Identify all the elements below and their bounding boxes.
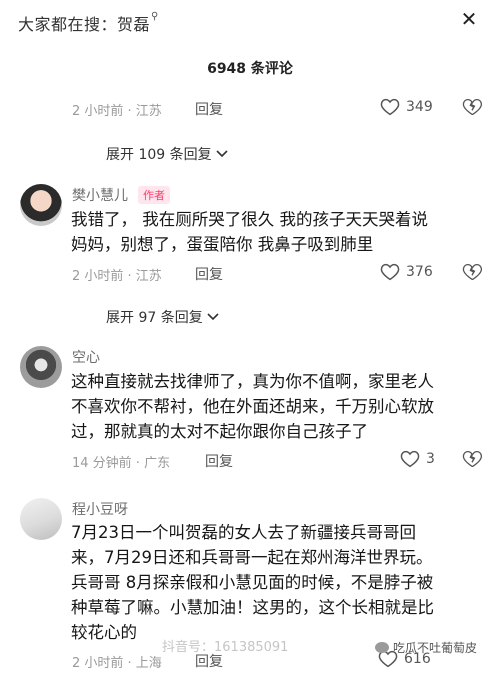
reply-button[interactable]: 回复 — [195, 651, 223, 671]
dislike-button[interactable] — [462, 98, 482, 120]
search-bar[interactable]: 大家都在搜：贺磊⚲ ✕ — [0, 0, 500, 42]
search-icon: ⚲ — [151, 11, 159, 22]
username[interactable]: 樊小慧儿 — [72, 185, 128, 205]
like-button[interactable]: 349 — [380, 98, 433, 116]
chevron-down-icon — [207, 313, 219, 321]
comment-line: 7月23日一个叫贺磊的女人去了新疆接兵哥哥回 — [71, 523, 416, 542]
avatar[interactable] — [20, 498, 62, 540]
avatar[interactable] — [20, 184, 62, 226]
comment-meta: 2 小时前 · 江苏 — [72, 104, 162, 119]
search-query[interactable]: 贺磊 — [117, 15, 150, 34]
wechat-icon — [375, 642, 389, 653]
comment-line: 兵哥哥 8月探亲假和小慧见面的时候，不是脖子被 — [71, 573, 434, 592]
username[interactable]: 空心 — [72, 347, 100, 367]
comment-text: 7月23日一个叫贺磊的女人去了新疆接兵哥哥回 来，7月29日还和兵哥哥一起在郑州… — [71, 520, 434, 645]
chevron-down-icon — [216, 150, 228, 158]
heart-icon — [380, 263, 400, 281]
like-button[interactable]: 3 — [400, 450, 435, 468]
comment-line: 我错了， 我在厕所哭了很久 我的孩子天天哭着说 — [71, 210, 428, 229]
author-badge: 作者 — [138, 186, 170, 204]
search-prefix: 大家都在搜： — [18, 15, 118, 34]
reply-button[interactable]: 回复 — [195, 264, 223, 284]
avatar[interactable] — [20, 346, 62, 388]
comment-line: 妈妈，别想了，蛋蛋陪你 我鼻子吸到肺里 — [71, 235, 374, 254]
like-count: 349 — [406, 99, 433, 115]
username[interactable]: 程小豆呀 — [72, 499, 128, 519]
comment-line: 不喜欢你不帮衬，他在外面还胡来，千万别心软放 — [71, 397, 434, 416]
reply-button[interactable]: 回复 — [205, 451, 233, 471]
comment-text: 我错了， 我在厕所哭了很久 我的孩子天天哭着说 妈妈，别想了，蛋蛋陪你 我鼻子吸… — [71, 207, 428, 257]
expand-replies-label: 展开 97 条回复 — [106, 310, 203, 326]
comment-count: 6948 条评论 — [207, 61, 293, 77]
broken-heart-icon — [462, 98, 482, 116]
expand-replies-label: 展开 109 条回复 — [106, 147, 212, 163]
expand-replies[interactable]: 展开 97 条回复 — [106, 307, 220, 327]
heart-icon — [400, 450, 420, 468]
comment-line: 这种直接就去找律师了，真为你不值啊，家里老人 — [71, 372, 434, 391]
heart-icon — [380, 98, 400, 116]
comment-meta: 2 小时前 · 江苏 — [72, 269, 162, 284]
broken-heart-icon — [462, 450, 482, 468]
comment-line: 来，7月29日还和兵哥哥一起在郑州海洋世界玩。 — [71, 548, 433, 567]
like-count: 376 — [406, 264, 433, 280]
watermark-account: 抖音号：161385091 — [162, 640, 289, 655]
like-button[interactable]: 376 — [380, 263, 433, 281]
dislike-button[interactable] — [462, 263, 482, 285]
search-suggestion[interactable]: 大家都在搜：贺磊⚲ — [18, 11, 159, 35]
dislike-button[interactable] — [462, 450, 482, 472]
close-icon[interactable]: ✕ — [458, 8, 480, 30]
comment-meta: 14 分钟前 · 广东 — [72, 456, 171, 471]
watermark-channel-label: 吃瓜不吐葡萄皮 — [393, 641, 478, 655]
watermark-channel: 吃瓜不吐葡萄皮 — [375, 639, 477, 656]
comment-line: 种草莓了嘛。小慧加油！这男的，这个长相就是比 — [71, 598, 434, 617]
expand-replies[interactable]: 展开 109 条回复 — [106, 144, 229, 164]
comment-line: 过，那就真的太对不起你跟你自己孩子了 — [71, 422, 368, 441]
reply-button[interactable]: 回复 — [195, 99, 223, 119]
comment-text: 这种直接就去找律师了，真为你不值啊，家里老人 不喜欢你不帮衬，他在外面还胡来，千… — [71, 369, 434, 444]
like-count: 3 — [426, 451, 435, 467]
comment-meta: 2 小时前 · 上海 — [72, 656, 162, 671]
broken-heart-icon — [462, 263, 482, 281]
